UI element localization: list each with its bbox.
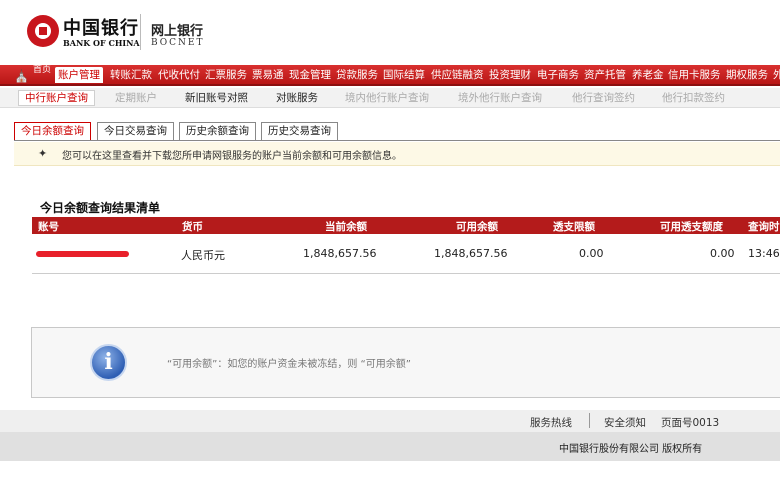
account-number-redacted xyxy=(36,251,129,257)
info-icon: i xyxy=(90,344,127,381)
product-name-en: BOCNET xyxy=(151,38,205,48)
subnav-other-bank-query-sign[interactable]: 他行查询签约 xyxy=(572,91,635,105)
pin-icon: ✦ xyxy=(38,147,48,160)
subnav-fixed-account[interactable]: 定期账户 xyxy=(115,91,157,105)
tip-box: i “可用余额”：如您的账户资金未被冻结，则 “可用余额” xyxy=(31,327,780,398)
footer-divider xyxy=(589,413,590,428)
footer-links: 服务热线 安全须知 页面号0013 xyxy=(0,410,780,432)
tab-history-transactions[interactable]: 历史交易查询 xyxy=(261,122,338,141)
col-available-balance: 可用余额 xyxy=(456,221,498,233)
col-current-balance: 当前余额 xyxy=(325,221,367,233)
logo-divider xyxy=(140,14,141,50)
nav-investment[interactable]: 投资理财 xyxy=(489,68,531,82)
nav-account-management[interactable]: 账户管理 xyxy=(55,67,103,83)
main-nav: ⛪ 首页 账户管理 转账汇款 代收代付 汇票服务 票易通 现金管理 贷款服务 国… xyxy=(0,65,780,86)
subnav-overseas-other-bank[interactable]: 境外他行账户查询 xyxy=(458,91,542,105)
nav-ecommerce[interactable]: 电子商务 xyxy=(537,68,579,82)
info-text: 您可以在这里查看并下载您所申请网银服务的账户当前余额和可用余额信息。 xyxy=(62,151,402,162)
nav-piaoyitong[interactable]: 票易通 xyxy=(252,68,284,82)
home-icon: ⛪ xyxy=(14,69,29,83)
tab-today-balance[interactable]: 今日余额查询 xyxy=(14,122,91,141)
subnav-account-mapping[interactable]: 新旧账号对照 xyxy=(185,91,248,105)
tip-text: “可用余额”：如您的账户资金未被冻结，则 “可用余额” xyxy=(167,359,411,370)
cell-available-overdraft: 0.00 xyxy=(710,247,735,260)
page-number: 页面号0013 xyxy=(661,417,720,429)
cell-available-balance: 1,848,657.56 xyxy=(434,247,508,260)
logo-english-name: BANK OF CHINA xyxy=(63,38,140,48)
cell-currency: 人民币元 xyxy=(181,249,225,262)
logo-chinese-name: 中国银行 xyxy=(63,18,139,39)
security-link[interactable]: 安全须知 xyxy=(604,415,646,430)
table-header: 账号 货币 当前余额 可用余额 透支限额 可用透支额度 查询时 xyxy=(32,217,780,234)
nav-pension[interactable]: 养老金 xyxy=(632,68,664,82)
header: 中国银行 BANK OF CHINA 网上银行 BOCNET xyxy=(0,0,780,62)
hotline-link[interactable]: 服务热线 xyxy=(530,415,572,430)
copyright-text: 中国银行股份有限公司 版权所有 xyxy=(559,444,703,455)
subnav-reconciliation[interactable]: 对账服务 xyxy=(276,91,318,105)
nav-credit-card[interactable]: 信用卡服务 xyxy=(668,68,721,82)
cell-query-time: 13:46 xyxy=(748,247,780,260)
tab-divider xyxy=(14,140,780,141)
sub-nav: 中行账户查询 定期账户 新旧账号对照 对账服务 境内他行账户查询 境外他行账户查… xyxy=(0,88,780,108)
cell-overdraft-limit: 0.00 xyxy=(579,247,604,260)
info-bar: ✦ 您可以在这里查看并下载您所申请网银服务的账户当前余额和可用余额信息。 xyxy=(14,142,780,166)
nav-loan-service[interactable]: 贷款服务 xyxy=(336,68,378,82)
nav-options[interactable]: 期权服务 xyxy=(726,68,768,82)
col-account: 账号 xyxy=(38,221,59,233)
nav-cash-management[interactable]: 现金管理 xyxy=(289,68,331,82)
nav-intl-settlement[interactable]: 国际结算 xyxy=(383,68,425,82)
tab-history-balance[interactable]: 历史余额查询 xyxy=(179,122,256,141)
nav-supply-chain[interactable]: 供应链融资 xyxy=(431,68,484,82)
table-row[interactable]: 人民币元 1,848,657.56 1,848,657.56 0.00 0.00… xyxy=(32,236,780,274)
cell-current-balance: 1,848,657.56 xyxy=(303,247,377,260)
home-button[interactable]: ⛪ 首页 xyxy=(14,65,52,84)
bank-logo-icon xyxy=(27,15,59,47)
col-available-overdraft: 可用透支额度 xyxy=(660,221,723,233)
product-name: 网上银行 xyxy=(151,24,204,39)
subnav-boc-account-query[interactable]: 中行账户查询 xyxy=(18,90,95,106)
col-overdraft-limit: 透支限额 xyxy=(553,221,595,233)
footer-copyright-bar: 中国银行股份有限公司 版权所有 xyxy=(0,432,780,461)
nav-custody[interactable]: 资产托管 xyxy=(584,68,626,82)
nav-collect-pay[interactable]: 代收代付 xyxy=(158,68,200,82)
nav-more[interactable]: 外 xyxy=(773,68,780,82)
col-query-time: 查询时 xyxy=(748,221,780,233)
nav-transfer[interactable]: 转账汇款 xyxy=(110,68,152,82)
result-title: 今日余额查询结果清单 xyxy=(40,201,161,215)
home-label: 首页 xyxy=(33,65,52,75)
tab-today-transactions[interactable]: 今日交易查询 xyxy=(97,122,174,141)
subnav-other-bank-debit-sign[interactable]: 他行扣款签约 xyxy=(662,91,725,105)
subnav-domestic-other-bank[interactable]: 境内他行账户查询 xyxy=(345,91,429,105)
nav-draft-service[interactable]: 汇票服务 xyxy=(205,68,247,82)
col-currency: 货币 xyxy=(182,221,203,233)
